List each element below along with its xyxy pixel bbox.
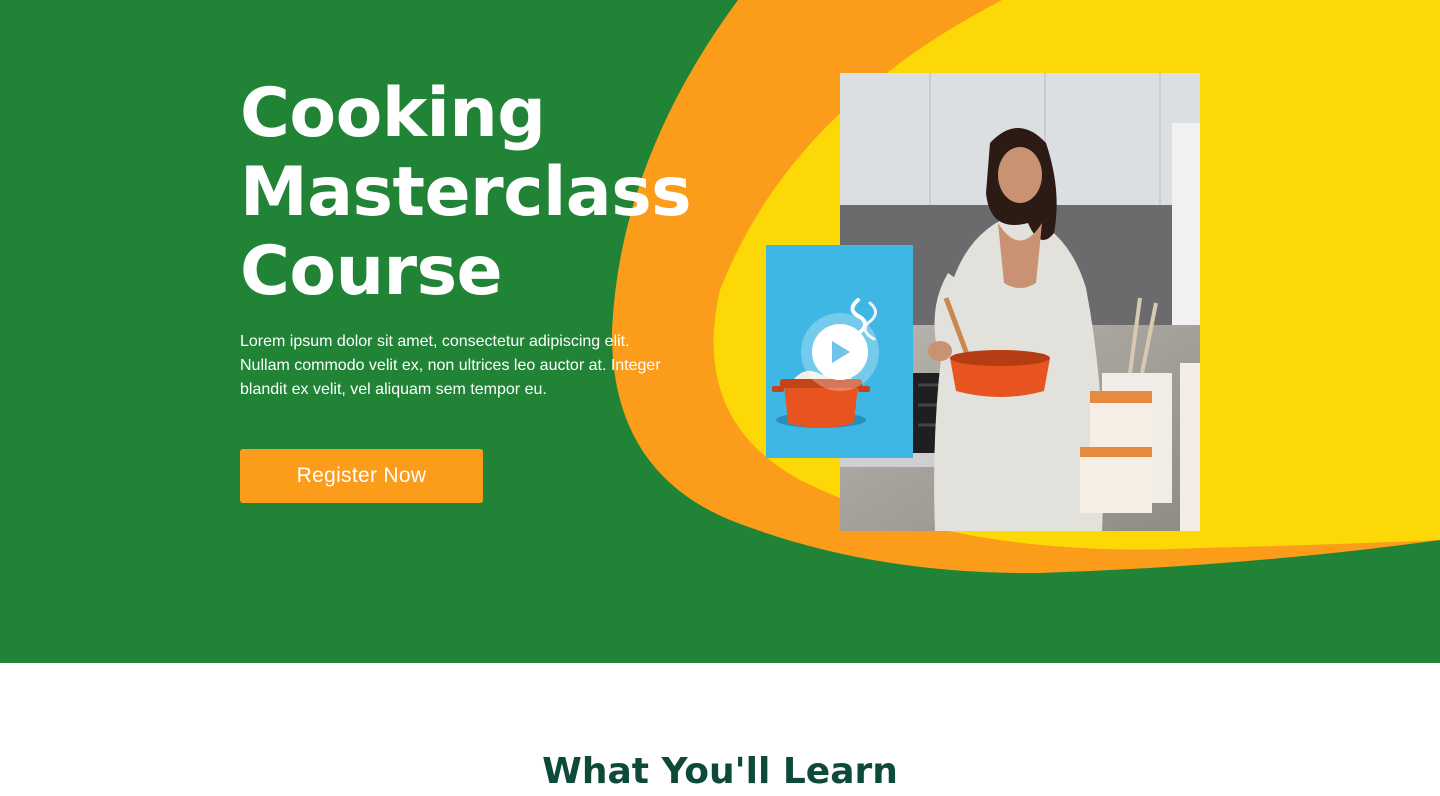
- hero-title: Cooking Masterclass Course: [240, 74, 692, 311]
- hero-section: Cooking Masterclass Course Lorem ipsum d…: [0, 0, 1440, 663]
- decorative-blob: [611, 0, 1440, 574]
- hero-description-line: Lorem ipsum dolor sit amet, consectetur …: [240, 333, 630, 350]
- hero-description-line: blandit ex velit, vel aliquam sem tempor…: [240, 381, 547, 398]
- play-icon: [812, 324, 868, 380]
- hero-title-line: Masterclass: [240, 153, 692, 232]
- play-button[interactable]: [801, 313, 879, 391]
- register-now-button[interactable]: Register Now: [240, 449, 483, 503]
- hero-description: Lorem ipsum dolor sit amet, consectetur …: [240, 330, 710, 402]
- hero-title-line: Course: [240, 232, 503, 311]
- hero-title-line: Cooking: [240, 74, 546, 153]
- hero-description-line: Nullam commodo velit ex, non ultrices le…: [240, 357, 661, 374]
